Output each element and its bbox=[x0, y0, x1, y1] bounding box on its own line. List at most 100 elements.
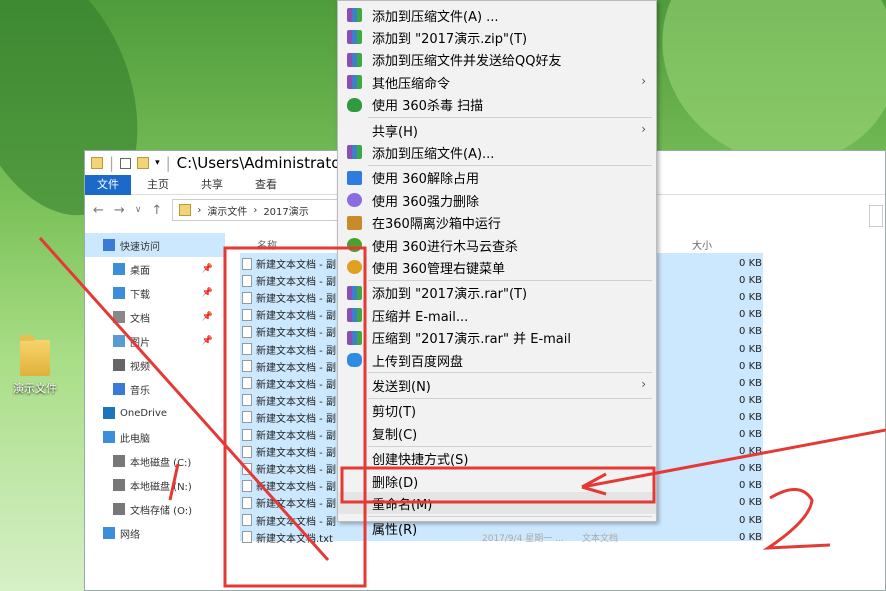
context-menu-item[interactable]: 复制(C) bbox=[338, 422, 656, 444]
context-menu-item[interactable]: 压缩并 E-mail... bbox=[338, 304, 656, 326]
context-menu-label: 上传到百度网盘 bbox=[372, 354, 464, 370]
winrar-icon bbox=[347, 8, 362, 22]
context-menu-item[interactable]: 使用 360进行木马云查杀 bbox=[338, 234, 656, 256]
picture-icon bbox=[113, 335, 125, 347]
drive-icon bbox=[113, 455, 125, 467]
desktop-folder-icon[interactable]: 演示文件 bbox=[4, 335, 66, 396]
context-menu-item[interactable]: 添加到压缩文件(A) ... bbox=[338, 4, 656, 26]
file-size: 0 KB bbox=[739, 411, 762, 423]
tab-share[interactable]: 共享 bbox=[185, 175, 239, 195]
video-icon bbox=[113, 359, 125, 371]
chevron-right-icon: › bbox=[641, 122, 646, 136]
text-file-icon bbox=[242, 325, 252, 338]
context-menu-item[interactable]: 使用 360杀毒 扫描 bbox=[338, 94, 656, 116]
sidebar-item[interactable]: OneDrive bbox=[85, 401, 225, 425]
music-icon bbox=[113, 383, 125, 395]
sidebar-item[interactable]: 视频 bbox=[85, 353, 225, 377]
text-file-icon bbox=[242, 531, 252, 544]
context-menu-label: 剪切(T) bbox=[372, 405, 417, 421]
sidebar-item[interactable]: 网络 bbox=[85, 521, 225, 545]
star-icon bbox=[103, 239, 115, 251]
text-file-icon bbox=[242, 291, 252, 304]
context-menu-label: 使用 360进行木马云查杀 bbox=[372, 239, 518, 255]
context-menu-item[interactable]: 使用 360管理右键菜单 bbox=[338, 256, 656, 278]
back-arrow-icon[interactable]: ← bbox=[93, 203, 104, 218]
file-name: 新建文本文档 - 副 bbox=[256, 260, 336, 271]
file-name: 新建文本文档 - 副 bbox=[256, 448, 336, 460]
context-menu-item[interactable]: 使用 360强力删除 bbox=[338, 189, 656, 211]
column-name[interactable]: 名称 bbox=[257, 237, 277, 252]
chevron-down-icon[interactable]: ▾ bbox=[155, 158, 160, 168]
file-name: 新建文本文档 - 副 bbox=[256, 345, 336, 357]
file-size: 0 KB bbox=[739, 480, 762, 492]
file-size: 0 KB bbox=[739, 343, 762, 355]
context-menu-item[interactable]: 添加到压缩文件(A)... bbox=[338, 141, 656, 163]
computer-icon bbox=[103, 431, 115, 443]
menu-separator bbox=[368, 117, 652, 118]
file-size: 0 KB bbox=[739, 531, 762, 543]
new-folder-icon[interactable] bbox=[137, 157, 150, 169]
sidebar-item[interactable]: 文档 📌 bbox=[85, 305, 225, 329]
folder-icon bbox=[20, 335, 50, 376]
chevron-right-icon: › bbox=[641, 377, 646, 392]
context-menu-item[interactable]: 属性(R) bbox=[338, 518, 656, 540]
sidebar-item[interactable]: 本地磁盘 (N:) bbox=[85, 473, 225, 497]
file-name: 新建文本文档 - 副 bbox=[256, 516, 336, 528]
context-menu-label: 属性(R) bbox=[372, 523, 418, 539]
file-size: 0 KB bbox=[739, 326, 762, 338]
pin-icon[interactable]: 📌 bbox=[202, 312, 213, 322]
column-size[interactable]: 大小 bbox=[692, 237, 712, 252]
sidebar-item[interactable]: 文档存储 (O:) bbox=[85, 497, 225, 521]
context-menu-item[interactable]: 发送到(N) › bbox=[338, 374, 656, 396]
context-menu-item[interactable]: 上传到百度网盘 bbox=[338, 349, 656, 371]
sidebar-item-label: 下载 bbox=[130, 289, 150, 301]
sidebar-item[interactable]: 音乐 bbox=[85, 377, 225, 401]
context-menu-item[interactable]: 剪切(T) bbox=[338, 400, 656, 422]
tab-file[interactable]: 文件 bbox=[85, 174, 131, 195]
sidebar-item[interactable]: 下载 📌 bbox=[85, 281, 225, 305]
context-menu-item[interactable]: 压缩到 "2017演示.rar" 并 E-mail bbox=[338, 327, 656, 349]
breadcrumb-item[interactable]: 演示文件 bbox=[207, 203, 247, 218]
tab-home[interactable]: 主页 bbox=[131, 175, 185, 195]
context-menu: 添加到压缩文件(A) ... 添加到 "2017演示.zip"(T) 添加到压缩文件… bbox=[337, 0, 657, 538]
context-menu-item[interactable]: 使用 360解除占用 bbox=[338, 167, 656, 189]
pin-icon[interactable]: 📌 bbox=[202, 288, 213, 298]
context-menu-item[interactable]: 添加到 "2017演示.zip"(T) bbox=[338, 26, 656, 48]
sidebar-item[interactable]: 此电脑 bbox=[85, 425, 225, 449]
search-box[interactable] bbox=[869, 205, 883, 227]
file-name: 新建文本文档 - 副 bbox=[256, 328, 336, 340]
sidebar-item[interactable]: 图片 📌 bbox=[85, 329, 225, 353]
sidebar-item[interactable]: 桌面 📌 bbox=[85, 257, 225, 281]
context-menu-label: 使用 360管理右键菜单 bbox=[372, 261, 505, 277]
context-menu-item[interactable]: 共享(H) › bbox=[338, 119, 656, 141]
file-name: 新建文本文档 - 副 bbox=[256, 311, 336, 323]
context-menu-label: 其他压缩命令 bbox=[372, 76, 451, 92]
menu-separator bbox=[368, 164, 652, 166]
pin-icon[interactable]: 📌 bbox=[202, 336, 213, 346]
file-size: 0 KB bbox=[739, 497, 762, 509]
tab-view[interactable]: 查看 bbox=[239, 175, 293, 195]
context-menu-item[interactable]: 重命名(M) bbox=[338, 492, 656, 515]
sidebar-item[interactable]: 本地磁盘 (C:) bbox=[85, 449, 225, 473]
sidebar-item[interactable]: 快速访问 bbox=[85, 233, 225, 257]
sidebar-item-label: OneDrive bbox=[120, 407, 168, 419]
context-menu-item[interactable]: 其他压缩命令 › bbox=[338, 71, 656, 93]
sidebar-item-label: 文档存储 (O:) bbox=[130, 505, 193, 517]
context-menu-label: 重命名(M) bbox=[372, 497, 433, 513]
text-file-icon bbox=[242, 274, 252, 287]
pin-icon[interactable]: 📌 bbox=[202, 264, 213, 274]
context-menu-item[interactable]: 添加到压缩文件并发送给QQ好友 bbox=[338, 49, 656, 71]
checkbox-icon[interactable] bbox=[120, 157, 132, 169]
context-menu-item[interactable]: 添加到 "2017演示.rar"(T) bbox=[338, 282, 656, 304]
forward-arrow-icon[interactable]: → bbox=[114, 203, 125, 218]
context-menu-item[interactable]: 删除(D) bbox=[338, 470, 656, 492]
context-menu-label: 复制(C) bbox=[372, 427, 418, 443]
breadcrumb-item[interactable]: 2017演示 bbox=[263, 203, 308, 218]
file-size: 0 KB bbox=[739, 360, 762, 372]
text-file-icon bbox=[242, 394, 252, 407]
drive-icon bbox=[113, 503, 125, 515]
up-arrow-icon[interactable]: ↑ bbox=[151, 203, 162, 218]
context-menu-item[interactable]: 在360隔离沙箱中运行 bbox=[338, 212, 656, 234]
chevron-down-icon[interactable]: ∨ bbox=[135, 205, 142, 215]
context-menu-item[interactable]: 创建快捷方式(S) bbox=[338, 448, 656, 470]
